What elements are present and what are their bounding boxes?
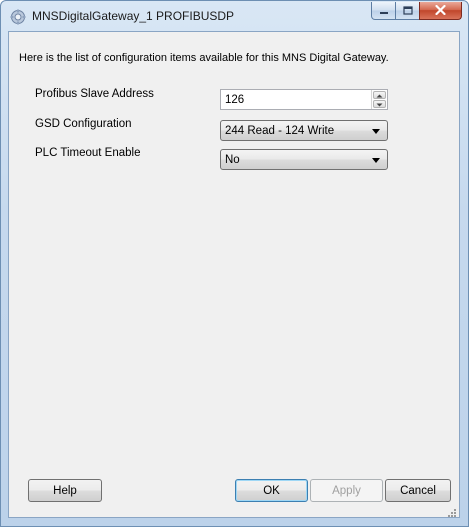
plc-timeout-enable-dropdown[interactable]: No [220, 149, 388, 170]
intro-text: Here is the list of configuration items … [19, 52, 389, 64]
cancel-button[interactable]: Cancel [385, 479, 451, 502]
ok-button[interactable]: OK [235, 479, 308, 502]
minimize-icon [379, 2, 389, 20]
profibus-slave-address-label: Profibus Slave Address [35, 88, 154, 100]
profibus-slave-address-value[interactable]: 126 [225, 94, 244, 106]
close-icon [435, 2, 446, 20]
dialog-client-area: Here is the list of configuration items … [8, 31, 460, 518]
dropdown-arrow-icon [372, 129, 380, 134]
spin-buttons [371, 90, 387, 109]
dropdown-arrow-icon [372, 158, 380, 163]
gsd-configuration-label: GSD Configuration [35, 118, 132, 130]
apply-button[interactable]: Apply [310, 479, 383, 502]
resize-grip-icon[interactable] [447, 505, 457, 517]
spin-down-button[interactable] [373, 100, 386, 108]
gsd-configuration-dropdown[interactable]: 244 Read - 124 Write [220, 120, 388, 141]
maximize-button[interactable] [395, 2, 420, 20]
gear-app-icon [10, 9, 26, 25]
window-title: MNSDigitalGateway_1 PROFIBUSDP [32, 9, 235, 23]
minimize-button[interactable] [371, 2, 396, 20]
close-button[interactable] [419, 2, 462, 20]
gsd-configuration-value: 244 Read - 124 Write [225, 125, 335, 137]
profibus-slave-address-spinbox[interactable]: 126 [220, 89, 388, 110]
maximize-icon [402, 2, 413, 20]
chevron-down-icon [376, 98, 383, 110]
plc-timeout-enable-label: PLC Timeout Enable [35, 147, 141, 159]
plc-timeout-enable-value: No [225, 154, 240, 166]
dialog-window: MNSDigitalGateway_1 PROFIBUSDP Here is t… [0, 0, 469, 527]
title-bar[interactable]: MNSDigitalGateway_1 PROFIBUSDP [1, 1, 468, 31]
caption-buttons [371, 2, 462, 20]
help-button[interactable]: Help [28, 479, 102, 502]
